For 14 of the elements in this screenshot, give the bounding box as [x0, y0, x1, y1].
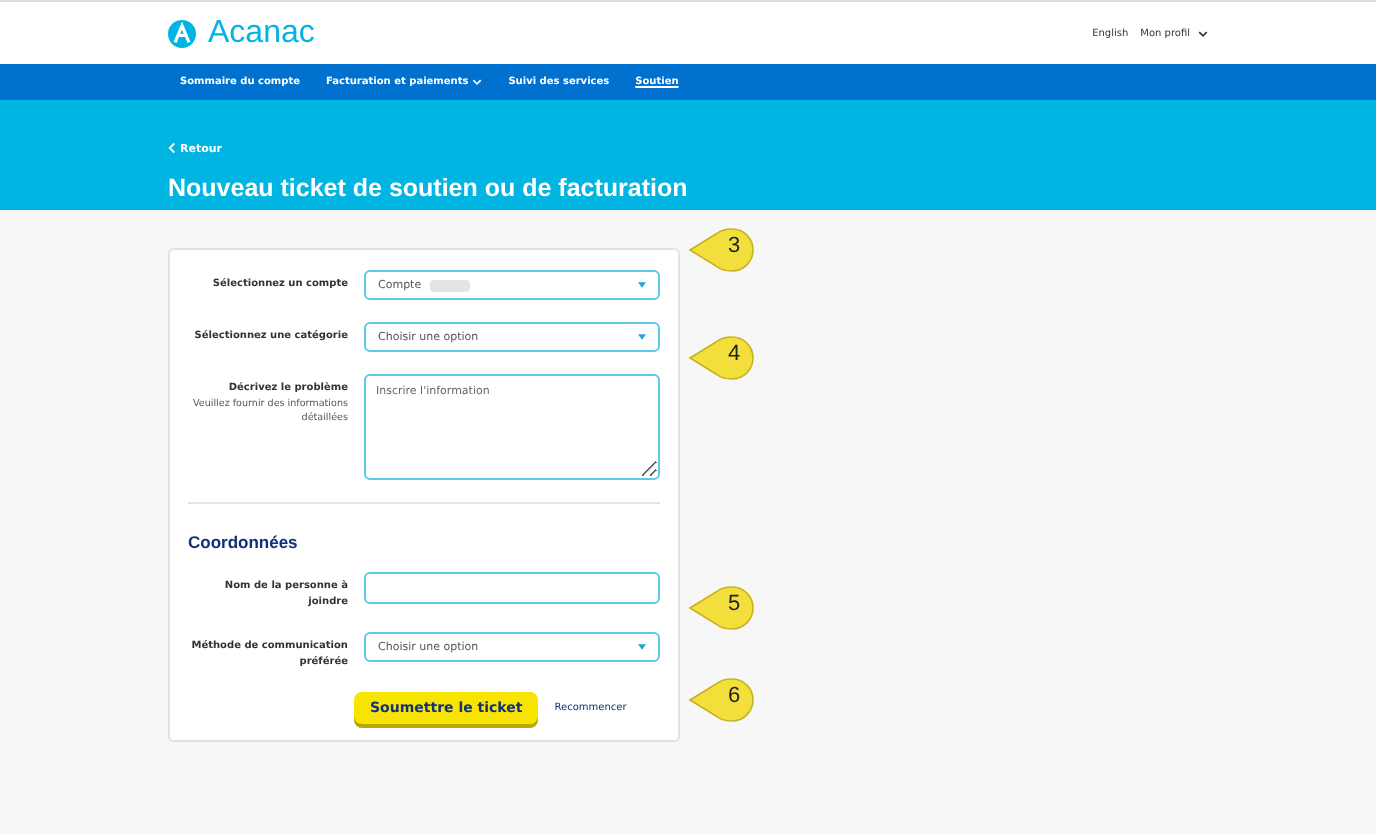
dropdown-arrow-icon: [638, 644, 646, 650]
callout-badge: 6: [688, 678, 756, 722]
section-heading: Coordonnées: [188, 532, 300, 552]
dropdown-arrow-icon: [638, 282, 646, 288]
page-title: Nouveau ticket de soutien ou de facturation: [168, 174, 690, 202]
callout-badge: 5: [688, 586, 756, 630]
logo-icon: [168, 19, 196, 47]
callout-badge: 3: [688, 228, 756, 272]
dropdown-arrow-icon: [638, 334, 646, 340]
caret-icon: [472, 78, 483, 86]
caret-icon: [1198, 29, 1208, 37]
chevron-left-icon: [168, 142, 176, 158]
callout-badge: 4: [688, 336, 756, 380]
input-field[interactable]: [364, 572, 660, 604]
